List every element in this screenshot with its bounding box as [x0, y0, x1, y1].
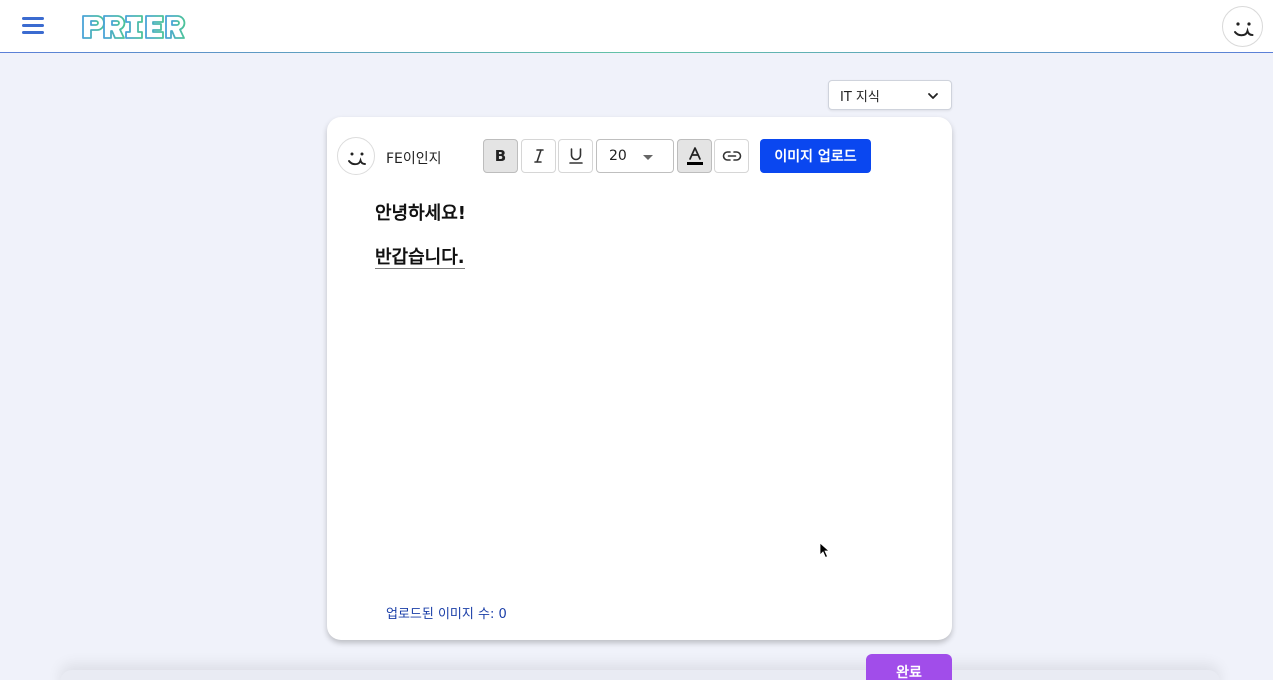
profile-avatar[interactable] [1222, 6, 1263, 47]
text-color-button[interactable] [677, 139, 712, 173]
editor-line: 반갑습니다. [375, 247, 915, 269]
author-name: FE이인지 [386, 151, 442, 167]
link-icon [722, 151, 741, 161]
text-color-icon [686, 147, 703, 165]
text-editor-area[interactable]: 안녕하세요! 반갑습니다. [375, 203, 915, 583]
bold-button[interactable]: B [483, 139, 518, 173]
hamburger-menu-icon[interactable] [20, 14, 46, 38]
caret-down-icon [643, 155, 653, 160]
bold-label: B [494, 147, 507, 165]
top-navigation-bar [0, 0, 1273, 53]
insert-link-button[interactable] [714, 139, 749, 173]
italic-button[interactable] [521, 139, 556, 173]
category-selected-label: IT 지식 [840, 89, 880, 105]
smiley-face-icon [1234, 22, 1254, 37]
editor-line: 안녕하세요! [375, 203, 467, 224]
image-upload-button[interactable]: 이미지 업로드 [760, 139, 871, 173]
italic-icon [533, 149, 544, 163]
chevron-down-icon [928, 93, 938, 99]
prier-logo[interactable] [80, 12, 186, 42]
category-dropdown[interactable]: IT 지식 [828, 80, 952, 110]
underline-icon [568, 148, 583, 164]
font-size-value: 20 [609, 148, 627, 164]
smiley-face-icon [348, 152, 366, 166]
post-editor-card: FE이인지 B 20 이미지 업로드 안녕하세요! 반갑습니다. 업로드된 이미… [327, 117, 952, 640]
user-avatar [337, 137, 375, 175]
editor-line-text: 반갑습니다. [375, 247, 465, 269]
underline-button[interactable] [558, 139, 593, 173]
done-button[interactable]: 완료 [866, 654, 952, 680]
bottom-panel [60, 670, 1220, 680]
font-size-dropdown[interactable]: 20 [596, 139, 674, 173]
uploaded-image-count: 업로드된 이미지 수: 0 [386, 607, 507, 622]
mouse-cursor-icon [819, 542, 831, 559]
